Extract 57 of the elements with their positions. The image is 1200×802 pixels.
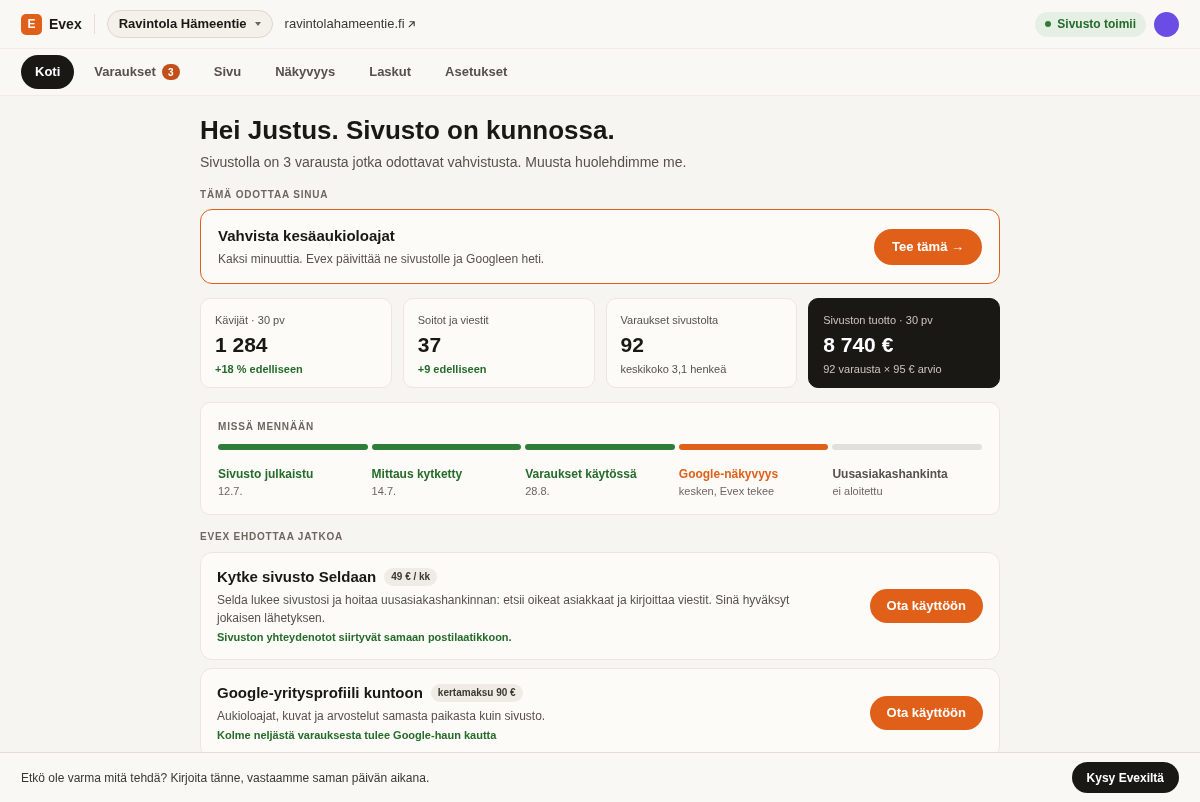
nav-tab[interactable]: Sivu: [199, 55, 256, 89]
step-title: Uusasiakashankinta: [832, 466, 949, 483]
stat-note: +9 edelliseen: [417, 361, 488, 377]
suggestion-text: Aukioloajat, kuvat ja arvostelut samasta paikasta kuin sivusto.: [217, 708, 547, 725]
stat-label: Varaukset sivustolta: [620, 313, 720, 328]
suggestion-note: Sivuston yhteydenotot siirtyvät samaan postilaatikkoon.: [217, 630, 513, 645]
step-detail: ei aloitettu: [832, 484, 884, 499]
ask-button[interactable]: Kysy Evexiltä: [1071, 762, 1179, 793]
suggestion-text: Selda lukee sivustosi ja hoitaa uusasiakashankinnan: etsii oikeat asiakkaat ja kirjoittaa viestit. Sinä hyväksyt jokaisen lähetyksen.: [217, 592, 791, 627]
step-detail: 12.7.: [218, 484, 244, 499]
logo-icon: E: [21, 13, 42, 35]
section-heading: EVEX EHDOTTAA JATKOA: [200, 529, 345, 544]
external-link-icon: [406, 19, 416, 29]
count-badge: 3: [161, 64, 180, 80]
stat-value: 37: [417, 331, 443, 358]
step-title: Sivusto julkaistu: [218, 466, 315, 483]
step-detail: 28.8.: [525, 484, 551, 499]
suggestion-note: Kolme neljästä varauksesta tulee Google-haun kautta: [217, 728, 498, 743]
stat-note: keskikoko 3,1 henkeä: [620, 361, 728, 377]
page-title: Hei Justus. Sivusto on kunnossa.: [200, 114, 616, 146]
step-detail: 14.7.: [371, 484, 398, 499]
section-heading: MISSÄ MENNÄÄN: [218, 419, 315, 434]
avatar[interactable]: [1154, 11, 1179, 37]
task-text: Kaksi minuuttia. Evex päivittää ne sivustolle ja Googleen heti.: [218, 251, 546, 269]
enable-button[interactable]: Ota käyttöön: [869, 588, 983, 623]
suggestion-title: Google-yritysprofiili kuntoon: [217, 682, 423, 703]
task-title: Vahvista kesäaukioloajat: [218, 225, 396, 246]
brand-name: Evex: [49, 14, 82, 34]
step-detail: kesken, Evex tekee: [678, 484, 776, 499]
nav-tab[interactable]: Asetukset: [431, 55, 522, 89]
enable-button[interactable]: Ota käyttöön: [869, 695, 983, 730]
caret-icon: [254, 22, 261, 26]
stat-label: Kävijät · 30 pv: [215, 313, 286, 328]
nav-tab[interactable]: Laskut: [355, 55, 426, 89]
suggestion-title: Kytke sivusto Seldaan: [217, 566, 377, 587]
step-title: Google-näkyvyys: [678, 466, 780, 483]
step-title: Varaukset käytössä: [525, 466, 638, 483]
stat-value: 92: [620, 331, 645, 358]
help-text: Etkö ole varma mitä tehdä? Kirjoita tänne, vastaamme saman päivän aikana.: [21, 769, 431, 787]
price-tag: 49 € / kk: [384, 567, 438, 586]
status-label: Sivusto toimii: [1057, 16, 1136, 33]
stat-note: 92 varausta × 95 € arvio: [823, 361, 943, 377]
page-subtitle: Sivustolla on 3 varausta jotka odottavat vahvistusta. Muusta huolehdimme me.: [200, 153, 688, 172]
section-heading: TÄMÄ ODOTTAA SINUA: [200, 187, 330, 202]
nav-tab[interactable]: Näkyvyys: [261, 55, 350, 89]
site-selector[interactable]: Ravintola Hämeentie: [106, 10, 273, 38]
price-tag: kertamaksu 90 €: [430, 683, 523, 702]
nav-tab[interactable]: Varaukset 3: [80, 55, 194, 89]
stat-note: +18 % edelliseen: [215, 361, 304, 377]
site-link[interactable]: ravintolahameentie.fi: [284, 14, 416, 34]
stat-value: 1 284: [215, 331, 269, 358]
do-it-button[interactable]: Tee tämä →: [874, 228, 982, 265]
stat-label: Soitot ja viestit: [417, 313, 490, 328]
stat-label: Sivuston tuotto · 30 pv: [823, 313, 934, 328]
stat-value: 8 740 €: [823, 331, 895, 358]
step-title: Mittaus kytketty: [371, 466, 464, 483]
nav-tab[interactable]: Koti: [21, 55, 75, 89]
